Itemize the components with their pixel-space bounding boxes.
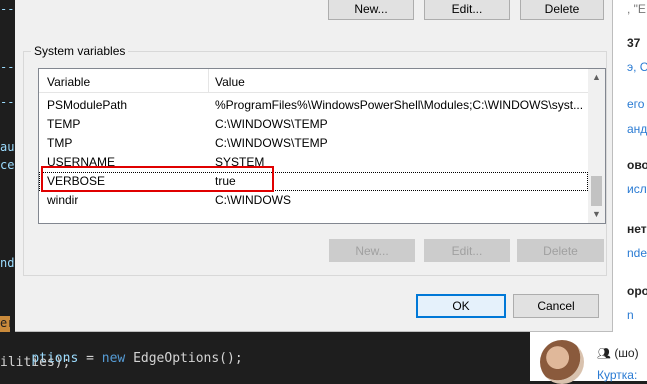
column-divider[interactable] (208, 69, 209, 93)
system-variables-label: System variables (31, 44, 129, 58)
table-row[interactable]: windir C:\WINDOWS (39, 191, 588, 210)
highlight-annotation (41, 166, 274, 192)
web-link[interactable]: его (627, 97, 644, 111)
variable-name: TEMP (47, 117, 81, 131)
code-line: ilities); (0, 355, 71, 370)
chat-text: 👥︎ (шо) (597, 346, 639, 360)
system-variables-list[interactable]: Variable Value PSModulePath %ProgramFile… (38, 68, 606, 224)
web-panel: , "E 37 э, С его анд ово исл нета nde ор… (613, 0, 647, 381)
column-header-value[interactable]: Value (215, 75, 245, 89)
web-text: 37 (627, 36, 641, 50)
variable-value: C:\WINDOWS\TEMP (215, 117, 328, 131)
web-text: , "E (627, 2, 646, 16)
avatar[interactable] (540, 340, 584, 384)
chat-link[interactable]: Куртка: (597, 368, 637, 382)
cancel-button[interactable]: Cancel (513, 294, 599, 318)
editor-fragment: ce (0, 158, 15, 172)
ok-button[interactable]: OK (416, 294, 506, 318)
editor-fragment: au (0, 140, 15, 154)
editor-fragment: -- (0, 95, 15, 109)
web-link[interactable]: исл (627, 182, 647, 196)
editor-fragment: er (0, 316, 15, 330)
web-link[interactable]: nde (627, 246, 647, 260)
list-header: Variable Value (39, 69, 588, 93)
table-row[interactable]: TEMP C:\WINDOWS\TEMP (39, 115, 588, 134)
web-text: нета (627, 222, 647, 236)
table-row[interactable]: TMP C:\WINDOWS\TEMP (39, 134, 588, 153)
variable-name: windir (47, 193, 79, 207)
variable-value: %ProgramFiles%\WindowsPowerShell\Modules… (215, 98, 584, 112)
user-new-button[interactable]: New... (328, 0, 414, 20)
scrollbar-thumb[interactable] (591, 176, 602, 206)
system-delete-button[interactable]: Delete (517, 239, 604, 262)
people-icon: 👥︎ (597, 348, 611, 360)
web-text: ово (627, 158, 647, 172)
web-text: оро (627, 284, 647, 298)
vertical-scrollbar[interactable]: ▲ ▼ (588, 69, 605, 223)
column-header-variable[interactable]: Variable (47, 75, 90, 89)
variable-value: C:\WINDOWS\TEMP (215, 136, 328, 150)
web-link[interactable]: n (627, 308, 634, 322)
web-link[interactable]: анд (627, 122, 647, 136)
table-row[interactable]: PSModulePath %ProgramFiles%\WindowsPower… (39, 96, 588, 115)
variable-name: PSModulePath (47, 98, 128, 112)
scroll-up-icon[interactable]: ▲ (588, 69, 605, 86)
scroll-down-icon[interactable]: ▼ (588, 206, 605, 223)
system-edit-button[interactable]: Edit... (424, 239, 510, 262)
user-edit-button[interactable]: Edit... (424, 0, 510, 20)
editor-fragment: -- (0, 60, 15, 74)
editor-fragment: -- (0, 2, 15, 16)
environment-variables-dialog: New... Edit... Delete System variables V… (15, 0, 613, 332)
system-new-button[interactable]: New... (329, 239, 415, 262)
variable-name: TMP (47, 136, 73, 150)
variable-value: C:\WINDOWS (215, 193, 291, 207)
user-delete-button[interactable]: Delete (520, 0, 604, 20)
web-link[interactable]: э, С (627, 60, 647, 74)
